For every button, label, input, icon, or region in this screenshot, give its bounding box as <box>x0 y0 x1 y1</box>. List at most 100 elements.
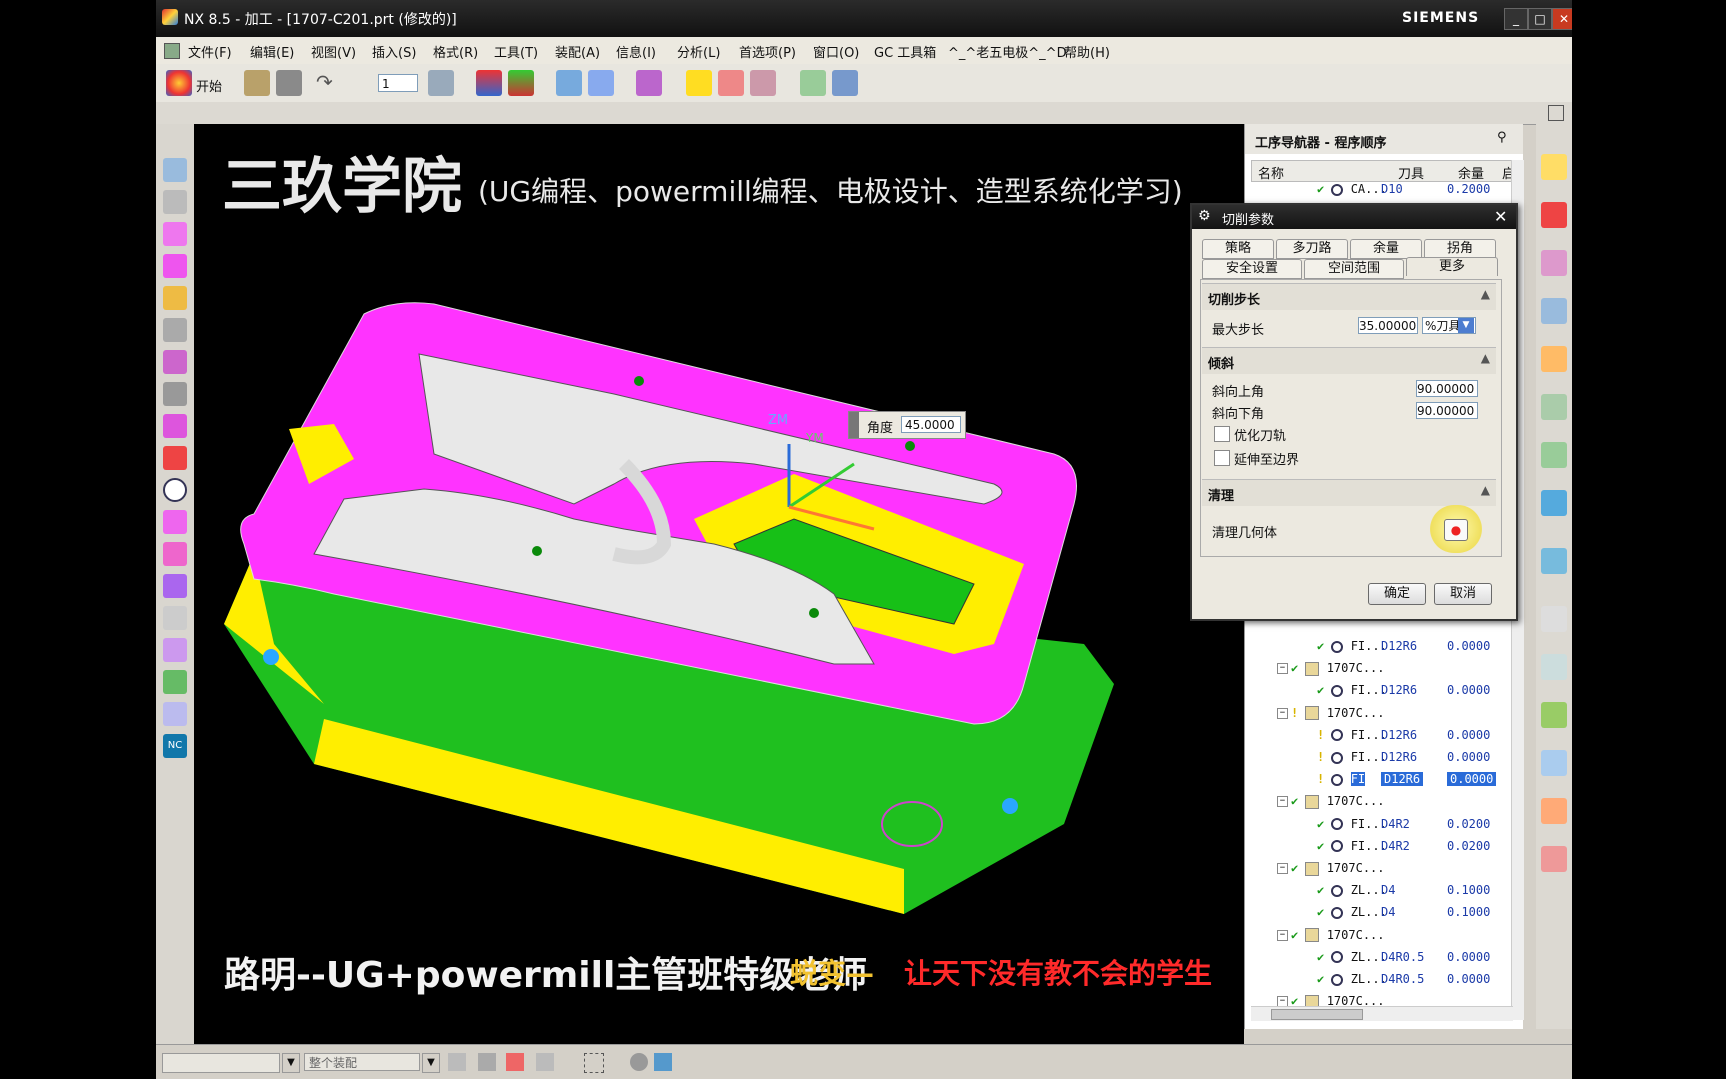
menu-preferences[interactable]: 首选项(P) <box>739 42 796 61</box>
graphics-viewport[interactable]: ZM YM <box>194 124 1244 1044</box>
optimize-toolpath-checkbox[interactable] <box>1214 426 1230 442</box>
minimize-button[interactable]: _ <box>1504 8 1528 30</box>
drag-handle[interactable] <box>849 412 859 438</box>
selection-filter-icon[interactable] <box>448 1053 466 1071</box>
tab-more[interactable]: 更多 <box>1406 257 1498 276</box>
process-studio-icon[interactable] <box>1541 702 1567 728</box>
close-window-button[interactable]: ✕ <box>1552 8 1572 30</box>
report-icon[interactable] <box>163 702 187 726</box>
menu-info[interactable]: 信息(I) <box>616 42 656 61</box>
table-row[interactable]: ✔ FI... D4R2 0.0200 <box>1251 814 1513 836</box>
reuse-library-icon[interactable] <box>1541 394 1567 420</box>
col-tool[interactable]: 刀具 <box>1398 163 1424 182</box>
fullscreen-icon[interactable] <box>1548 105 1564 121</box>
section-cut-step[interactable]: 切削步长 ▲ <box>1202 283 1496 310</box>
create-program-icon[interactable] <box>476 70 502 96</box>
chevron-down-icon[interactable]: ▼ <box>282 1053 300 1073</box>
table-row[interactable]: ✔ ZL... D4 0.1000 <box>1251 902 1513 924</box>
history-icon[interactable] <box>1541 548 1567 574</box>
table-row[interactable]: ✔ ZL... D4R0.5 0.0000 <box>1251 947 1513 969</box>
program-group-row[interactable]: − ✔ 1707C... <box>1251 791 1513 813</box>
machine-tool-view-icon[interactable] <box>163 222 187 246</box>
transparency-icon[interactable] <box>556 70 582 96</box>
menu-format[interactable]: 格式(R) <box>433 42 478 61</box>
constraint-navigator-icon[interactable] <box>1541 202 1567 228</box>
cube-view-icon[interactable] <box>654 1053 672 1071</box>
section-tilt[interactable]: 倾斜 ▲ <box>1202 347 1496 374</box>
geometry-view-icon[interactable] <box>163 254 187 278</box>
program-group-row[interactable]: −! 1707C... <box>1251 703 1513 725</box>
shading-icon[interactable] <box>630 1053 648 1071</box>
type-filter-select[interactable] <box>162 1053 280 1073</box>
copy-object-icon[interactable] <box>163 414 187 438</box>
collapse-icon[interactable]: ▲ <box>1481 351 1490 365</box>
collapse-icon[interactable]: ▲ <box>1481 483 1490 497</box>
edit-object-icon[interactable] <box>163 350 187 374</box>
list-icon[interactable] <box>163 542 187 566</box>
work-layer-select[interactable]: 1 <box>378 74 418 92</box>
roles-icon[interactable] <box>1541 798 1567 824</box>
collapse-tree-icon[interactable]: − <box>1277 863 1288 874</box>
blank-icon[interactable] <box>163 606 187 630</box>
table-row[interactable]: ! FI... D12R6 0.0000 <box>1251 747 1513 769</box>
text-annotation-icon[interactable] <box>588 70 614 96</box>
horizontal-scrollbar[interactable] <box>1251 1006 1513 1021</box>
simulate-icon[interactable] <box>163 638 187 662</box>
display-icon[interactable] <box>163 318 187 342</box>
hd3d-tools-icon[interactable] <box>1541 442 1567 468</box>
program-group-row[interactable]: − ✔ 1707C... <box>1251 925 1513 947</box>
col-stock[interactable]: 余量 <box>1458 163 1484 182</box>
scroll-thumb[interactable] <box>1271 1009 1363 1020</box>
pin-icon[interactable]: ⚲ <box>1497 130 1507 145</box>
tab-safety[interactable]: 安全设置 <box>1202 259 1302 279</box>
operation-navigator-icon[interactable] <box>163 158 187 182</box>
part-navigator-icon[interactable] <box>1541 250 1567 276</box>
col-name[interactable]: 名称 <box>1258 163 1284 182</box>
table-row[interactable]: ✔ CA... D10 0.2000 <box>1251 182 1513 204</box>
table-row[interactable]: ✔ FI... D4R2 0.0200 <box>1251 836 1513 858</box>
maximize-button[interactable]: □ <box>1528 8 1552 30</box>
cleanup-geometry-button[interactable]: ● <box>1444 519 1468 541</box>
menu-gc-toolbox[interactable]: GC 工具箱 <box>874 42 936 61</box>
max-step-input[interactable]: 35.00000 <box>1358 317 1418 334</box>
layer-settings-icon[interactable] <box>428 70 454 96</box>
feeds-icon[interactable] <box>163 670 187 694</box>
menu-tools[interactable]: 工具(T) <box>494 42 538 61</box>
verify-toolpath-icon[interactable] <box>750 70 776 96</box>
tab-stock[interactable]: 余量 <box>1350 239 1422 259</box>
dialog-title-bar[interactable]: ⚙ 切削参数 ✕ <box>1192 205 1516 229</box>
web-browser-icon[interactable] <box>1541 490 1567 516</box>
system-scenes-icon[interactable] <box>1541 846 1567 872</box>
collapse-tree-icon[interactable]: − <box>1277 796 1288 808</box>
start-icon[interactable] <box>166 70 192 96</box>
chevron-down-icon[interactable]: ▼ <box>1458 318 1474 333</box>
section-cleanup[interactable]: 清理 ▲ <box>1202 479 1496 506</box>
menu-analysis[interactable]: 分析(L) <box>677 42 720 61</box>
menu-help[interactable]: 帮助(H) <box>1064 42 1110 61</box>
table-row[interactable]: ✔ FI... D12R6 0.0000 <box>1251 636 1513 658</box>
table-row[interactable]: ! FI D12R6 0.0000 <box>1251 769 1513 791</box>
menu-file[interactable]: 文件(F) <box>188 42 232 61</box>
tab-containment[interactable]: 空间范围 <box>1304 259 1404 279</box>
snap-end-icon[interactable] <box>506 1053 524 1071</box>
redo-icon[interactable]: ↷ <box>316 70 342 96</box>
ok-button[interactable]: 确定 <box>1368 583 1426 605</box>
start-menu-button[interactable]: 开始 <box>196 76 222 95</box>
tab-corners[interactable]: 拐角 <box>1424 239 1496 259</box>
save-icon[interactable] <box>276 70 302 96</box>
collapse-tree-icon[interactable]: − <box>1277 707 1288 719</box>
menu-view[interactable]: 视图(V) <box>311 42 356 61</box>
system-materials-icon[interactable] <box>1541 654 1567 680</box>
collapse-tree-icon[interactable]: − <box>1277 929 1288 941</box>
collapse-tree-icon[interactable]: − <box>1277 663 1288 675</box>
tab-strategy[interactable]: 策略 <box>1202 239 1274 259</box>
clock-icon[interactable] <box>1541 606 1567 632</box>
snap-mid-icon[interactable] <box>536 1053 554 1071</box>
delete-object-icon[interactable] <box>163 446 187 470</box>
menu-assembly[interactable]: 装配(A) <box>555 42 600 61</box>
create-tool-icon[interactable] <box>508 70 534 96</box>
chevron-down-icon[interactable]: ▼ <box>422 1053 440 1073</box>
collapse-icon[interactable]: ▲ <box>1481 287 1490 301</box>
menu-edit[interactable]: 编辑(E) <box>250 42 294 61</box>
angle-input[interactable]: 45.0000 <box>901 416 961 433</box>
